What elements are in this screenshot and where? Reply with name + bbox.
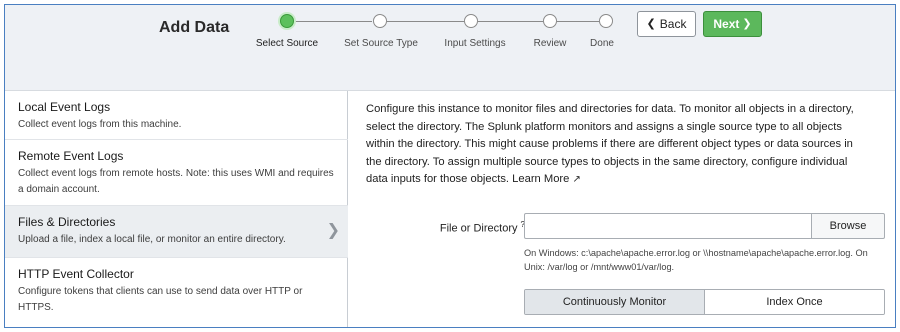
source-description: Configure tokens that clients can use to… <box>18 286 303 313</box>
step-select-source-label: Select Source <box>255 38 319 49</box>
source-http-event-collector[interactable]: HTTP Event Collector Configure tokens th… <box>5 258 348 327</box>
monitor-mode-toggle: Continuously Monitor Index Once <box>524 289 885 315</box>
step-review-marker <box>543 14 557 28</box>
source-description: Collect event logs from this machine. <box>18 119 182 130</box>
source-name: Remote Event Logs <box>18 149 124 163</box>
next-button[interactable]: Next ❯ <box>703 11 762 37</box>
step-select-source-marker <box>280 14 294 28</box>
continuously-monitor-button[interactable]: Continuously Monitor <box>525 290 705 314</box>
external-link-icon: ↗ <box>572 174 581 186</box>
source-local-event-logs[interactable]: Local Event Logs Collect event logs from… <box>5 91 348 140</box>
step-connector <box>294 21 372 22</box>
file-path-input[interactable] <box>524 213 812 239</box>
back-button-label: Back <box>659 17 687 31</box>
step-input-settings-label: Input Settings <box>444 38 506 49</box>
learn-more-label: Learn More <box>512 173 570 186</box>
step-connector <box>478 21 543 22</box>
source-name: Local Event Logs <box>18 100 111 114</box>
step-done-marker <box>599 14 613 28</box>
add-data-window: Add Data Select Source Set Source Type I… <box>4 4 896 328</box>
path-hint: On Windows: c:\apache\apache.error.log o… <box>524 248 868 272</box>
intro-text: Configure this instance to monitor files… <box>366 101 871 189</box>
source-name: HTTP Event Collector <box>18 267 134 281</box>
step-set-source-type-label: Set Source Type <box>344 38 418 49</box>
chevron-right-icon: ❯ <box>326 222 340 239</box>
intro-paragraph: Configure this instance to monitor files… <box>366 103 854 186</box>
next-button-label: Next <box>713 17 740 31</box>
source-remote-event-logs[interactable]: Remote Event Logs Collect event logs fro… <box>5 140 348 206</box>
file-or-directory-label: File or Directory ? <box>413 220 525 235</box>
step-input-settings-marker <box>464 14 478 28</box>
page-title: Add Data <box>159 19 230 36</box>
chevron-right-icon: ❯ <box>742 17 752 30</box>
index-once-button[interactable]: Index Once <box>705 290 884 314</box>
source-list: Local Event Logs Collect event logs from… <box>5 91 348 327</box>
step-set-source-type-marker <box>373 14 387 28</box>
learn-more-link[interactable]: Learn More ↗ <box>512 173 581 185</box>
browse-button[interactable]: Browse <box>811 213 885 239</box>
add-data-header: Add Data Select Source Set Source Type I… <box>5 5 895 91</box>
chevron-left-icon: ❮ <box>646 17 656 30</box>
source-name: Files & Directories <box>18 215 116 229</box>
step-connector <box>387 21 464 22</box>
back-button[interactable]: ❮ Back <box>637 11 696 37</box>
step-review-label: Review <box>533 38 567 49</box>
step-done-label: Done <box>590 38 614 49</box>
file-label-text: File or Directory <box>439 222 518 235</box>
source-description: Collect event logs from remote hosts. No… <box>18 168 334 195</box>
source-files-directories[interactable]: Files & Directories Upload a file, index… <box>5 206 348 258</box>
source-description: Upload a file, index a local file, or mo… <box>18 234 286 245</box>
step-connector <box>557 21 599 22</box>
source-config-panel: Configure this instance to monitor files… <box>349 91 895 327</box>
